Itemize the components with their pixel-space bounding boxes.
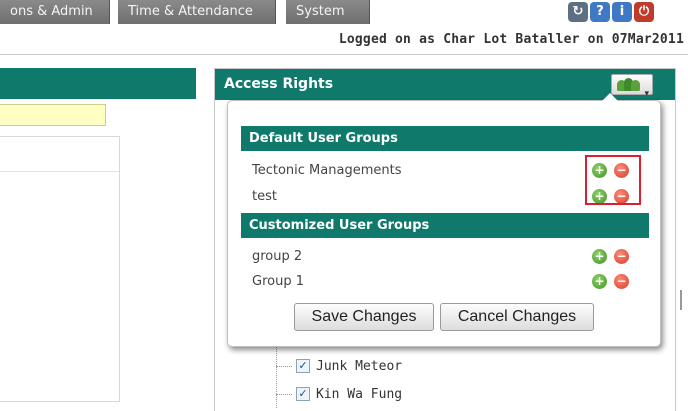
group-name: group 2 (252, 249, 303, 264)
group-name: Group 1 (252, 274, 304, 289)
user-group-icon (617, 78, 640, 91)
save-changes-button[interactable]: Save Changes (294, 303, 434, 331)
add-icon[interactable]: + (592, 274, 607, 289)
scrollbar[interactable] (680, 290, 682, 310)
tree-connector (276, 366, 292, 367)
power-icon[interactable]: ⏻ (634, 2, 654, 22)
tab-system[interactable]: System (286, 0, 370, 24)
popup-pointer (602, 93, 618, 101)
remove-icon[interactable]: − (614, 249, 629, 264)
left-panel (0, 68, 196, 408)
checkbox[interactable]: ✓ (296, 359, 310, 373)
top-nav-bar: ons & Admin Time & Attendance System ↻ ?… (0, 0, 688, 25)
tree-item-label: Junk Meteor (316, 358, 403, 374)
logged-on-status: Logged on as Char Lot Bataller on 07Mar2… (338, 32, 684, 47)
left-list-box (0, 136, 120, 402)
default-user-groups-heading: Default User Groups (241, 126, 649, 151)
customized-user-groups-heading: Customized User Groups (241, 213, 649, 238)
help-icon[interactable]: ? (590, 2, 610, 22)
user-group-dropdown[interactable]: ▾ (611, 74, 653, 99)
list-item: Group 1 + − (252, 271, 646, 293)
info-icon[interactable]: i (612, 2, 632, 22)
highlight-box (585, 155, 641, 205)
list-item: group 2 + − (252, 246, 646, 268)
add-icon[interactable]: + (592, 249, 607, 264)
group-name: Tectonic Managements (252, 163, 402, 178)
left-panel-header (0, 68, 196, 99)
tree-item-label: Kin Wa Fung (316, 386, 403, 402)
tree-connector (276, 394, 292, 395)
remove-icon[interactable]: − (614, 274, 629, 289)
tree-item[interactable]: ✓ Junk Meteor (296, 357, 402, 375)
header-divider (0, 54, 688, 55)
checkbox[interactable]: ✓ (296, 387, 310, 401)
refresh-icon[interactable]: ↻ (568, 2, 588, 22)
left-search-input[interactable] (0, 104, 106, 126)
tab-time-attendance[interactable]: Time & Attendance (118, 0, 276, 24)
cancel-changes-button[interactable]: Cancel Changes (440, 303, 594, 331)
tab-options-admin[interactable]: ons & Admin (0, 0, 110, 24)
access-rights-title: Access Rights (224, 76, 334, 92)
group-name: test (252, 189, 277, 204)
user-groups-popup: Default User Groups Tectonic Managements… (227, 93, 661, 347)
tree-item[interactable]: ✓ Kin Wa Fung (296, 385, 402, 403)
tree-connector (276, 340, 277, 408)
